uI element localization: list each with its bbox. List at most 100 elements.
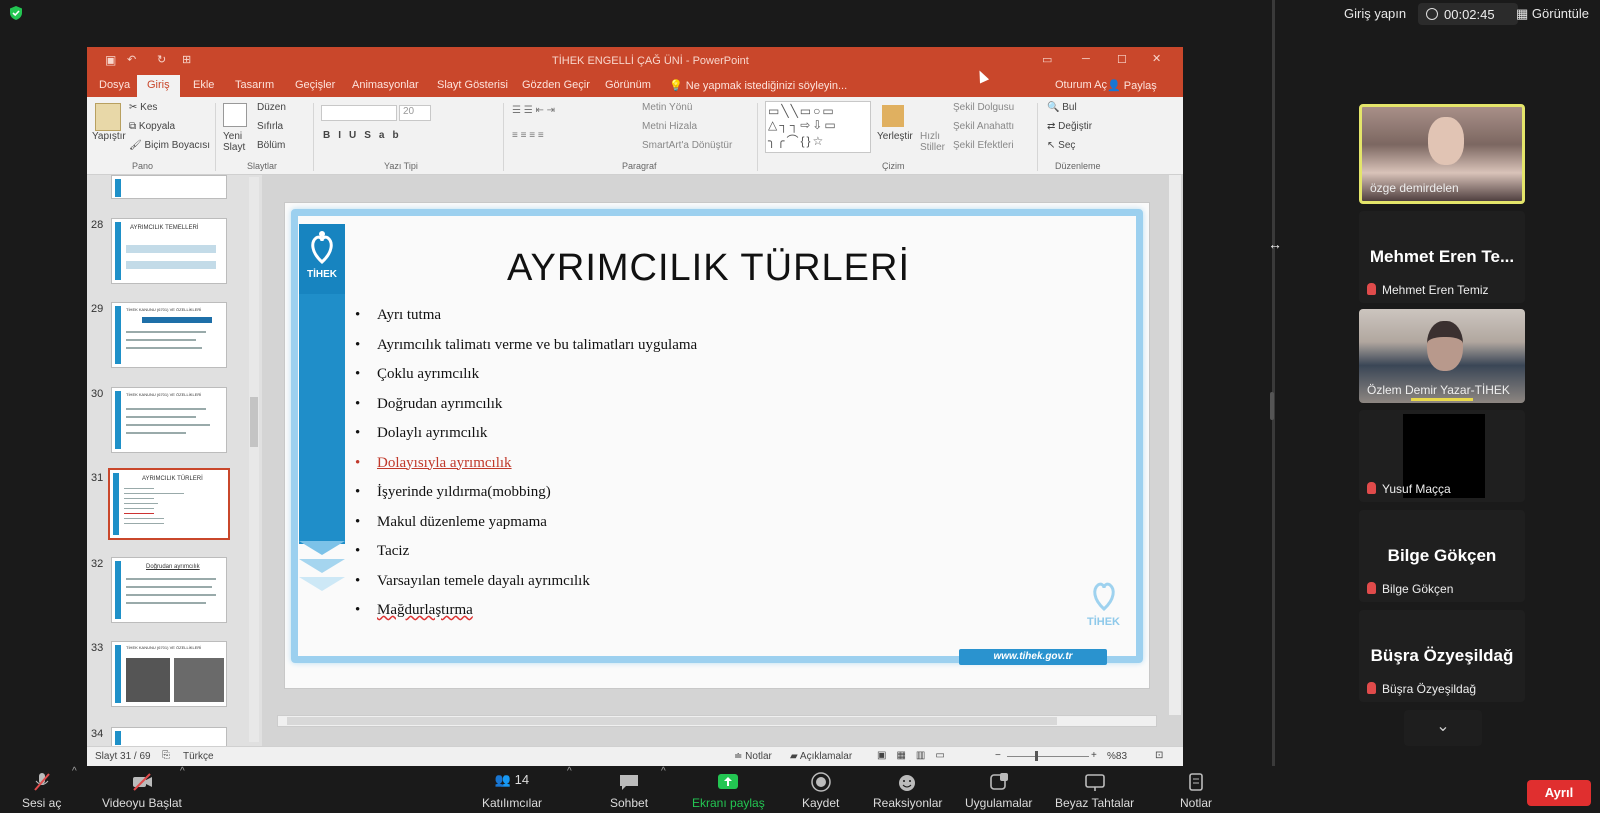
maximize-icon[interactable]: ☐ bbox=[1117, 53, 1127, 66]
meeting-timer[interactable]: 00:02:45 bbox=[1418, 3, 1518, 25]
slide-thumb-34[interactable] bbox=[111, 727, 227, 747]
leave-button[interactable]: Ayrıl bbox=[1527, 780, 1591, 806]
replace-button[interactable]: ⇄ Değiştir bbox=[1047, 121, 1092, 132]
shape-fill-button[interactable]: Şekil Dolgusu bbox=[953, 102, 1014, 113]
editor-vertical-scrollbar[interactable] bbox=[1169, 175, 1181, 715]
participant-tile[interactable]: Bilge Gökçen Bilge Gökçen bbox=[1359, 510, 1525, 602]
audio-options-caret-icon[interactable]: ^ bbox=[72, 766, 77, 777]
spellcheck-icon[interactable]: ⎘ bbox=[162, 750, 170, 761]
tab-gecisler[interactable]: Geçişler bbox=[295, 79, 335, 91]
tab-slayt-gosterisi[interactable]: Slayt Gösterisi bbox=[437, 79, 508, 91]
divider-drag-handle[interactable] bbox=[1270, 392, 1274, 420]
slide-thumb-32[interactable]: Doğrudan ayrımcılık bbox=[111, 557, 227, 623]
notes-button-zoom[interactable]: Notlar bbox=[1180, 772, 1212, 810]
format-painter-button[interactable]: 🖌 Biçim Boyacısı bbox=[129, 140, 210, 151]
heart-watermark-icon bbox=[1093, 582, 1115, 612]
font-family-input[interactable] bbox=[321, 105, 397, 121]
share-button[interactable]: 👤 Paylaş bbox=[1107, 79, 1157, 92]
zoom-slider-thumb[interactable] bbox=[1035, 751, 1038, 761]
list-buttons[interactable]: ☰ ☰ ⇤ ⇥ bbox=[512, 105, 555, 116]
smartart-button[interactable]: SmartArt'a Dönüştür bbox=[642, 140, 732, 151]
close-icon[interactable]: ✕ bbox=[1152, 52, 1161, 65]
tab-animasyonlar[interactable]: Animasyonlar bbox=[352, 79, 419, 91]
view-button[interactable]: ▦ Görüntüle bbox=[1516, 6, 1589, 22]
thumbs-scrollbar[interactable] bbox=[249, 177, 259, 742]
tell-me-box[interactable]: 💡 Ne yapmak istediğinizi söyleyin... bbox=[669, 79, 847, 92]
signin-link[interactable]: Giriş yapın bbox=[1344, 6, 1406, 21]
view-buttons[interactable]: ▣▦▥▭ bbox=[877, 750, 955, 761]
shield-icon[interactable] bbox=[8, 5, 24, 21]
unmute-button[interactable]: Sesi aç bbox=[22, 772, 61, 810]
video-options-caret-icon[interactable]: ^ bbox=[180, 766, 185, 777]
slide-thumb-27[interactable] bbox=[111, 175, 227, 199]
select-button[interactable]: ↖ Seç bbox=[1047, 140, 1075, 151]
font-format-buttons[interactable]: BIUSab bbox=[323, 130, 407, 141]
copy-button[interactable]: ⧉ Kopyala bbox=[129, 121, 175, 132]
reactions-button[interactable]: Reaksiyonlar bbox=[873, 772, 942, 810]
zoom-slider[interactable] bbox=[1007, 756, 1089, 757]
present-icon[interactable]: ⊞ bbox=[182, 53, 191, 66]
tab-tasarim[interactable]: Tasarım bbox=[235, 79, 274, 91]
start-video-button[interactable]: Videoyu Başlat bbox=[102, 772, 182, 810]
participant-video-active[interactable]: özge demirdelen bbox=[1359, 104, 1525, 204]
fit-slide-icon[interactable]: ⊡ bbox=[1155, 750, 1163, 761]
participants-button[interactable]: 👥 14 Katılımcılar bbox=[482, 772, 542, 810]
section-button[interactable]: Bölüm bbox=[257, 140, 285, 151]
chat-caret-icon[interactable]: ^ bbox=[661, 766, 666, 777]
find-button[interactable]: 🔍 Bul bbox=[1047, 102, 1077, 113]
whiteboards-button[interactable]: Beyaz Tahtalar bbox=[1055, 772, 1134, 810]
tab-dosya[interactable]: Dosya bbox=[99, 79, 130, 91]
thumb-number: 30 bbox=[91, 388, 104, 400]
slide-thumb-30[interactable]: TİHEK KANUNU (6701) VE ÖZELLİKLERİ bbox=[111, 387, 227, 453]
shapes-gallery[interactable]: ▭╲╲▭○▭ △┐┐⇨⇩▭ ╮╭⌒{}☆ bbox=[765, 101, 871, 153]
panel-divider[interactable] bbox=[1272, 0, 1275, 766]
slide-thumb-31-selected[interactable]: AYRIMCILIK TÜRLERİ bbox=[108, 468, 230, 540]
slide-thumb-29[interactable]: TİHEK KANUNU (6701) VE ÖZELLİKLERİ bbox=[111, 302, 227, 368]
participant-video[interactable]: Özlem Demir Yazar-TİHEK bbox=[1359, 309, 1525, 403]
undo-icon[interactable]: ↶ bbox=[127, 53, 136, 66]
minimize-icon[interactable]: ─ bbox=[1082, 53, 1090, 65]
align-text-button[interactable]: Metni Hizala bbox=[642, 121, 697, 132]
save-icon[interactable]: ▣ bbox=[105, 53, 116, 67]
editor-hscroll-thumb[interactable] bbox=[287, 717, 1057, 725]
comment-icon: ▰ bbox=[790, 751, 800, 762]
cut-button[interactable]: ✂ Kes bbox=[129, 102, 157, 113]
text-direction-button[interactable]: Metin Yönü bbox=[642, 102, 692, 113]
reset-button[interactable]: Sıfırla bbox=[257, 121, 283, 132]
thumbs-scroll-thumb[interactable] bbox=[250, 397, 258, 447]
notes-button[interactable]: ≐ Notlar bbox=[734, 751, 772, 762]
redo-icon[interactable]: ↻ bbox=[157, 53, 166, 66]
shape-effects-button[interactable]: Şekil Efektleri bbox=[953, 140, 1014, 151]
apps-button[interactable]: Uygulamalar bbox=[965, 772, 1032, 810]
participant-tile[interactable]: Mehmet Eren Te... Mehmet Eren Temiz bbox=[1359, 211, 1525, 303]
signin-button[interactable]: Oturum Aç bbox=[1055, 79, 1107, 91]
layout-button[interactable]: Düzen bbox=[257, 102, 286, 113]
font-size-input[interactable]: 20 bbox=[399, 105, 431, 121]
participant-tile[interactable]: Yusuf Maçça bbox=[1359, 410, 1525, 502]
record-button[interactable]: Kaydet bbox=[802, 772, 839, 810]
zoom-level[interactable]: %83 bbox=[1107, 751, 1127, 762]
comments-button[interactable]: ▰ Açıklamalar bbox=[790, 751, 852, 762]
quick-styles-button[interactable]: Hızlı Stiller bbox=[920, 131, 946, 153]
tab-gorunum[interactable]: Görünüm bbox=[605, 79, 651, 91]
new-slide-button[interactable]: Yeni Slayt bbox=[223, 131, 253, 153]
zoom-out-icon[interactable]: − bbox=[995, 750, 1001, 761]
participants-caret-icon[interactable]: ^ bbox=[567, 766, 572, 777]
tab-giris[interactable]: Giriş bbox=[137, 75, 180, 97]
slide-thumb-28[interactable]: AYRIMCILIK TEMELLERİ bbox=[111, 218, 227, 284]
ribbon-display-icon[interactable]: ▭ bbox=[1042, 53, 1052, 66]
participant-tile[interactable]: Büşra Özyeşildağ Büşra Özyeşildağ bbox=[1359, 610, 1525, 702]
chat-button[interactable]: Sohbet bbox=[610, 772, 648, 810]
tab-gozden-gecir[interactable]: Gözden Geçir bbox=[522, 79, 590, 91]
arrange-button[interactable]: Yerleştir bbox=[877, 131, 913, 142]
shape-outline-button[interactable]: Şekil Anahattı bbox=[953, 121, 1014, 132]
scroll-down-chevron-icon[interactable]: ⌄ bbox=[1404, 710, 1482, 746]
zoom-in-icon[interactable]: + bbox=[1091, 750, 1097, 761]
slide-thumb-33[interactable]: TİHEK KANUNU (6701) VE ÖZELLİKLERİ bbox=[111, 641, 227, 707]
language-indicator[interactable]: Türkçe bbox=[183, 751, 214, 762]
tab-ekle[interactable]: Ekle bbox=[193, 79, 214, 91]
share-screen-button[interactable]: Ekranı paylaş bbox=[692, 772, 765, 810]
paste-button[interactable]: Yapıştır bbox=[92, 131, 126, 142]
align-buttons[interactable]: ≡ ≡ ≡ ≡ bbox=[512, 130, 544, 141]
bullet-item-link[interactable]: Dolayısıyla ayrımcılık bbox=[355, 455, 1055, 485]
